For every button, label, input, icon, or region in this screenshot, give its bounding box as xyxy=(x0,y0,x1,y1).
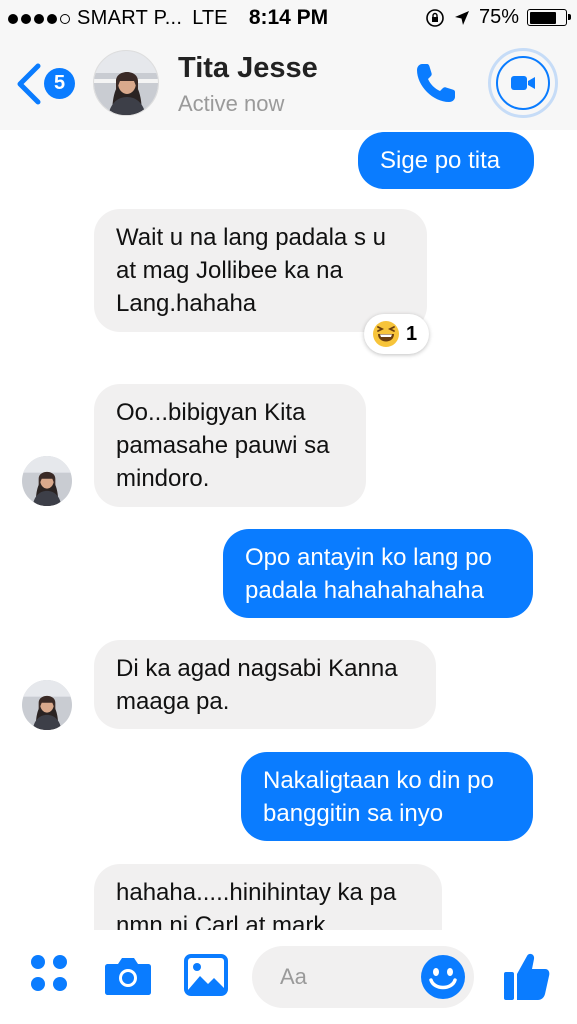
unread-badge[interactable]: 5 xyxy=(44,68,75,99)
phone-call-icon[interactable] xyxy=(413,60,459,106)
message-bubble-incoming[interactable]: Wait u na lang padala s u at mag Jollibe… xyxy=(94,209,427,332)
profile-photo xyxy=(94,51,158,115)
back-chevron-icon[interactable] xyxy=(14,62,44,106)
battery-icon xyxy=(527,9,571,26)
orientation-lock-icon xyxy=(426,8,444,27)
conversation-header: 5 Tita Jesse Active now xyxy=(0,38,577,130)
gallery-icon[interactable] xyxy=(184,954,228,996)
active-status: Active now xyxy=(178,91,285,116)
message-composer xyxy=(0,930,577,1024)
sender-avatar[interactable] xyxy=(22,680,72,730)
laughing-emoji-icon xyxy=(373,321,399,347)
message-bubble-outgoing[interactable]: Opo antayin ko lang po padala hahahahaha… xyxy=(223,529,533,618)
message-thread[interactable]: Sige po tita Wait u na lang padala s u a… xyxy=(0,130,577,930)
reaction-count: 1 xyxy=(406,322,418,345)
sender-avatar[interactable] xyxy=(22,456,72,506)
video-call-button[interactable] xyxy=(488,48,558,118)
sender-photo xyxy=(22,456,72,506)
video-camera-icon xyxy=(511,76,535,90)
video-call-ring xyxy=(496,56,550,110)
contact-name[interactable]: Tita Jesse xyxy=(178,52,318,85)
battery-percent: 75% xyxy=(478,6,519,28)
message-bubble-incoming[interactable]: hahaha.....hinihintay ka pa nmn ni Carl … xyxy=(94,864,442,930)
message-bubble-outgoing[interactable]: Nakaligtaan ko din po banggitin sa inyo xyxy=(241,752,533,841)
message-bubble-incoming[interactable]: Oo...bibigyan Kita pamasahe pauwi sa min… xyxy=(94,384,366,507)
message-reaction[interactable]: 1 xyxy=(364,314,430,354)
location-icon xyxy=(454,10,469,25)
thumbs-up-icon[interactable] xyxy=(503,950,551,1002)
contact-avatar[interactable] xyxy=(93,50,159,116)
apps-icon[interactable] xyxy=(28,952,70,994)
status-right: 75% xyxy=(425,6,571,29)
camera-icon[interactable] xyxy=(104,954,152,996)
message-bubble-incoming[interactable]: Di ka agad nagsabi Kanna maaga pa. xyxy=(94,640,436,729)
emoji-icon[interactable] xyxy=(420,954,466,1000)
message-bubble-outgoing[interactable]: Sige po tita xyxy=(358,132,534,189)
battery-level xyxy=(529,11,556,24)
status-bar: SMART P... LTE 8:14 PM 75% xyxy=(0,0,577,38)
sender-photo xyxy=(22,680,72,730)
